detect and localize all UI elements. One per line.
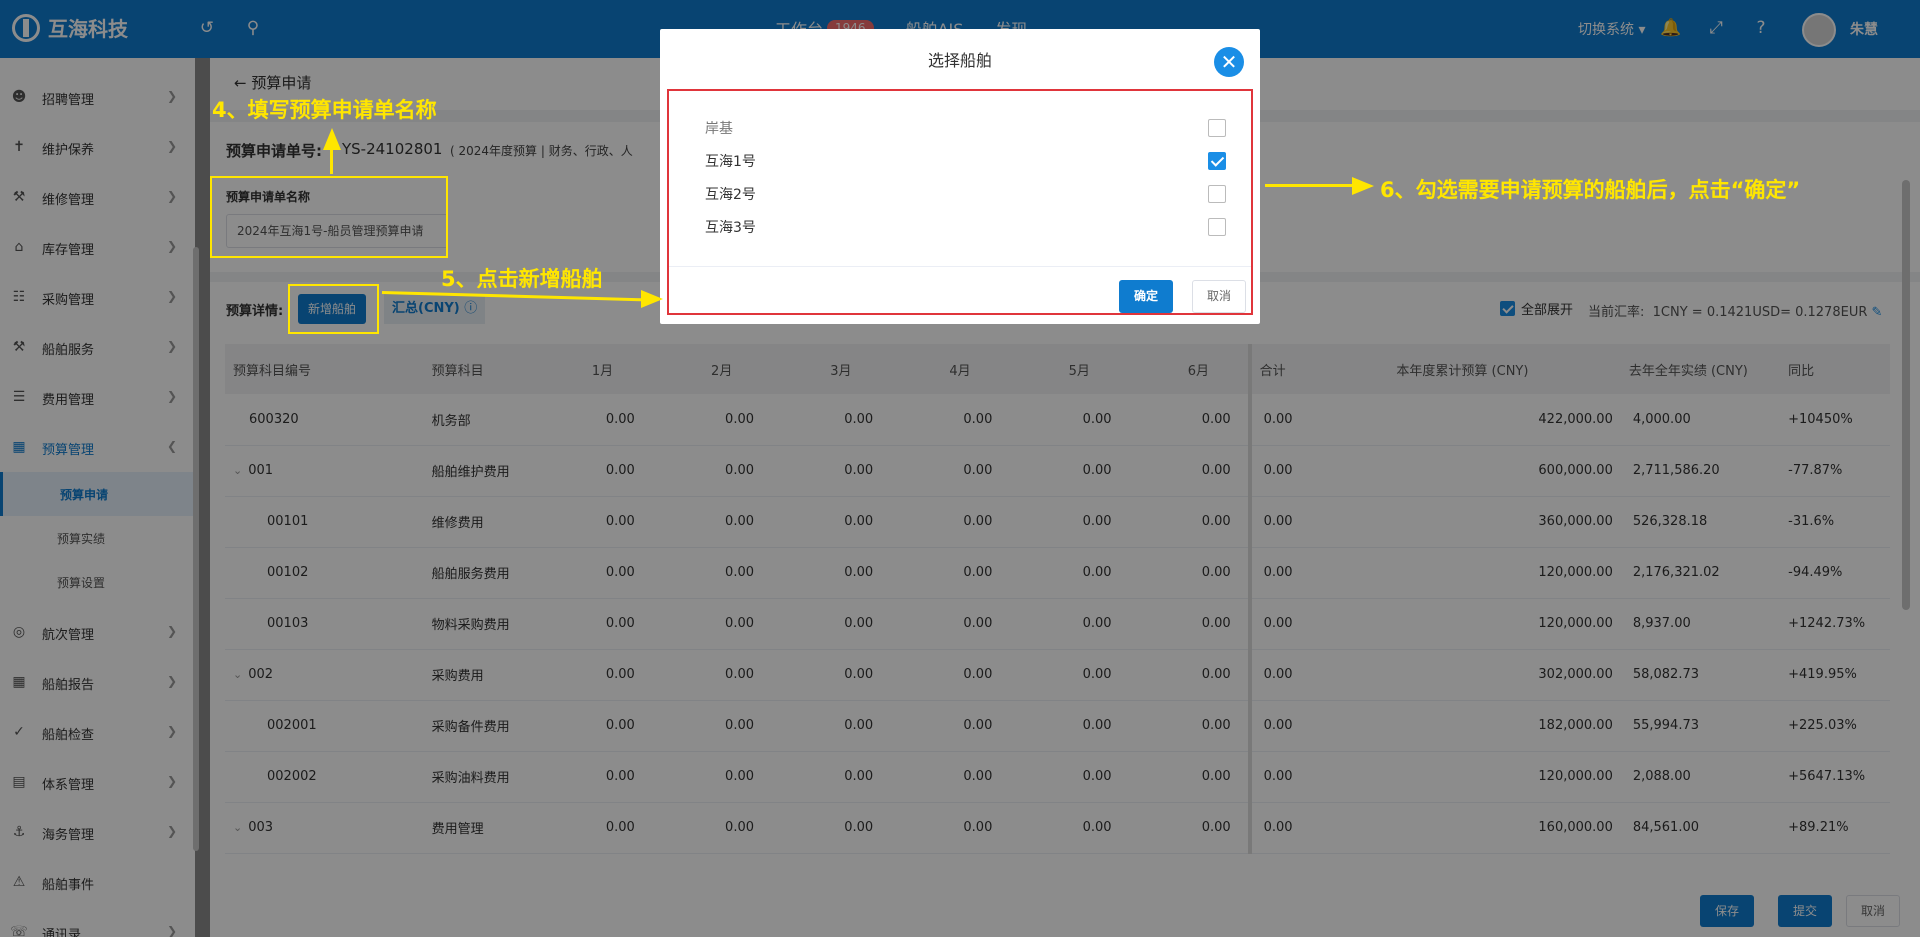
- highlight-add-ship: [288, 284, 379, 334]
- ship-checkbox[interactable]: [1208, 185, 1226, 203]
- arrow-shaft: [330, 148, 333, 174]
- arrow-up-icon: [323, 128, 341, 150]
- ship-option-label: 互海1号: [705, 153, 756, 170]
- annotation-step6: 6、勾选需要申请预算的船舶后，点击“确定”: [1380, 178, 1801, 202]
- dialog-title: 选择船舶: [927, 51, 992, 70]
- arrow-shaft: [1265, 184, 1363, 187]
- ship-checkbox[interactable]: [1208, 119, 1226, 137]
- highlight-name-field: [210, 176, 448, 258]
- annotation-step4: 4、填写预算申请单名称: [212, 98, 437, 122]
- divider: [669, 266, 1251, 267]
- arrow-right-icon: [641, 290, 663, 308]
- dialog-cancel-button[interactable]: 取消: [1192, 280, 1246, 313]
- ship-option[interactable]: 互海2号: [705, 177, 1226, 210]
- ship-checkbox[interactable]: [1208, 152, 1226, 170]
- select-ship-dialog: 选择船舶 ✕ 岸基 互海1号 互海2号 互海3号 确定 取消: [660, 29, 1260, 324]
- ship-option[interactable]: 互海3号: [705, 210, 1226, 243]
- ship-option-label: 互海2号: [705, 186, 756, 203]
- ship-option[interactable]: 互海1号: [705, 144, 1226, 177]
- close-icon[interactable]: ✕: [1214, 47, 1244, 77]
- arrow-right-icon: [1352, 177, 1374, 195]
- ship-option-label: 岸基: [705, 120, 733, 137]
- ship-option-label: 互海3号: [705, 219, 756, 236]
- ship-option[interactable]: 岸基: [705, 111, 1226, 144]
- ship-checkbox[interactable]: [1208, 218, 1226, 236]
- annotation-step5: 5、点击新增船舶: [441, 267, 603, 291]
- confirm-button[interactable]: 确定: [1119, 280, 1173, 313]
- dialog-body-highlight: 岸基 互海1号 互海2号 互海3号 确定 取消: [667, 89, 1253, 315]
